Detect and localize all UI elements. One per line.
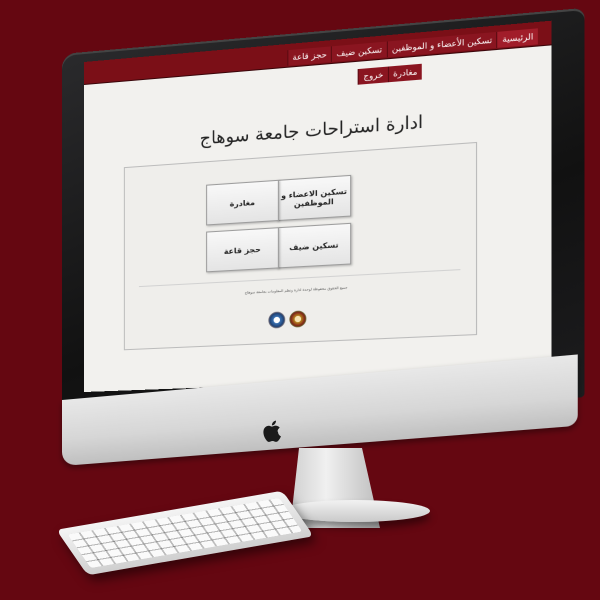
staff-housing-button[interactable]: تسكين الاعضاء و الموظفين — [276, 174, 352, 222]
imac-computer: الرئيسية تسكين الأعضاء و الموظفين تسكين … — [0, 0, 600, 600]
nav-logout[interactable]: خروج — [358, 66, 388, 85]
page-title: ادارة استراحات جامعة سوهاج — [199, 112, 424, 150]
nav-departure[interactable]: مغادرة — [387, 63, 422, 83]
stand-base — [280, 500, 430, 522]
university-logo-icon — [289, 310, 307, 328]
departure-button[interactable]: مغادرة — [206, 179, 279, 226]
copyright-notice: جميع الحقوق محفوظة لوحدة ادارة ونظم المع… — [244, 285, 348, 295]
divider — [138, 269, 461, 288]
keyboard — [56, 490, 314, 576]
guest-housing-button[interactable]: تسكين ضيف — [276, 222, 352, 269]
it-unit-logo-icon — [268, 311, 286, 329]
main-panel: تسكين الاعضاء و الموظفين مغادرة تسكين ضي… — [123, 141, 478, 351]
hall-booking-button[interactable]: حجز قاعة — [206, 227, 279, 273]
screen: الرئيسية تسكين الأعضاء و الموظفين تسكين … — [84, 20, 552, 393]
apple-logo-icon — [263, 420, 281, 442]
keyboard-keys — [67, 497, 303, 569]
nav-secondary: مغادرة خروج — [358, 63, 422, 85]
